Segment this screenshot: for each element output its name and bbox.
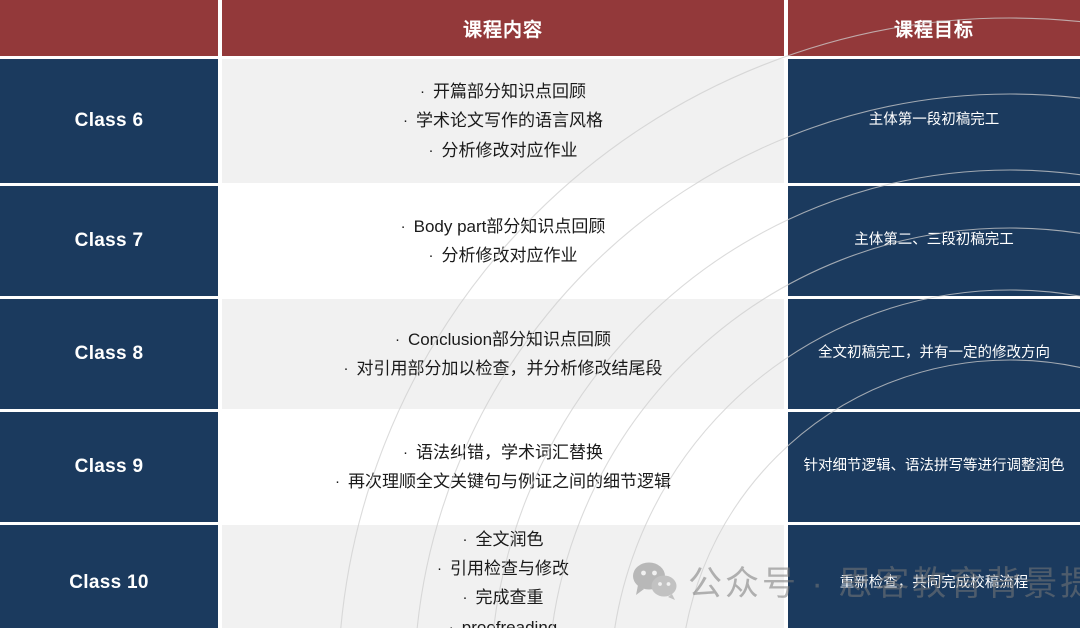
- content-cell: · Conclusion部分知识点回顾 · 对引用部分加以检查，并分析修改结尾段: [222, 299, 788, 412]
- table-row: Class 7 · Body part部分知识点回顾 · 分析修改对应作业 主体第二…: [0, 186, 1080, 299]
- list-item-label: Conclusion部分知识点回顾: [407, 329, 612, 349]
- class-label-cell: Class 8: [0, 299, 222, 412]
- list-item-label: 对引用部分加以检查，并分析修改结尾段: [356, 359, 663, 378]
- bullet-icon: ·: [462, 531, 468, 548]
- list-item: · 分析修改对应作业: [222, 136, 784, 165]
- content-bullet-list: · 全文润色 · 引用检查与修改 · 完成查重 · proofreading: [222, 525, 784, 628]
- content-cell: · 全文润色 · 引用检查与修改 · 完成查重 · proofreading: [222, 525, 788, 628]
- class-label-cell: Class 10: [0, 525, 222, 628]
- list-item: · 语法纠错，学术词汇替换: [222, 438, 784, 467]
- list-item-label: 语法纠错，学术词汇替换: [416, 442, 603, 462]
- bullet-icon: ·: [394, 330, 400, 348]
- bullet-icon: ·: [400, 217, 406, 235]
- content-bullet-list: · Conclusion部分知识点回顾 · 对引用部分加以检查，并分析修改结尾段: [222, 325, 784, 383]
- list-item-label: proofreading: [461, 617, 558, 628]
- list-item: · 引用检查与修改: [222, 554, 784, 583]
- list-item-label: 引用检查与修改: [450, 559, 569, 579]
- list-item-label: Body part部分知识点回顾: [413, 216, 606, 236]
- content-bullet-list: · Body part部分知识点回顾 · 分析修改对应作业: [222, 212, 784, 270]
- bullet-icon: ·: [343, 360, 349, 377]
- bullet-icon: ·: [403, 443, 408, 461]
- goal-cell: 主体第二、三段初稿完工: [788, 186, 1080, 299]
- slide-canvas: 课程内容 课程目标 Class 6 · 开篇部分知识点回顾 · 学术论文写作的语言风…: [0, 0, 1080, 628]
- list-item: · 全文润色: [222, 525, 784, 554]
- header-cell-goal: 课程目标: [788, 0, 1080, 59]
- class-label-cell: Class 6: [0, 59, 222, 186]
- table-header-row: 课程内容 课程目标: [0, 0, 1080, 59]
- class-label-cell: Class 7: [0, 186, 222, 299]
- list-item-label: 全文润色: [475, 530, 544, 549]
- table-row: Class 8 · Conclusion部分知识点回顾 · 对引用部分加以检查，并分…: [0, 299, 1080, 412]
- table-row: Class 10 · 全文润色 · 引用检查与修改 · 完成查重 · proofread…: [0, 525, 1080, 628]
- class-label-cell: Class 9: [0, 412, 222, 525]
- list-item: · 开篇部分知识点回顾: [222, 77, 784, 106]
- course-schedule-table: 课程内容 课程目标 Class 6 · 开篇部分知识点回顾 · 学术论文写作的语言风…: [0, 0, 1080, 628]
- list-item: · Body part部分知识点回顾: [222, 212, 784, 241]
- bullet-icon: ·: [462, 589, 468, 607]
- bullet-icon: ·: [335, 473, 340, 490]
- content-cell: · 语法纠错，学术词汇替换 · 再次理顺全文关键句与例证之间的细节逻辑: [222, 412, 788, 525]
- list-item: · 分析修改对应作业: [222, 241, 784, 270]
- table-row: Class 9 · 语法纠错，学术词汇替换 · 再次理顺全文关键句与例证之间的细节逻…: [0, 412, 1080, 525]
- bullet-icon: ·: [403, 112, 408, 130]
- content-cell: · Body part部分知识点回顾 · 分析修改对应作业: [222, 186, 788, 299]
- list-item: · 学术论文写作的语言风格: [222, 106, 784, 135]
- list-item: · Conclusion部分知识点回顾: [222, 325, 784, 354]
- table-row: Class 6 · 开篇部分知识点回顾 · 学术论文写作的语言风格 · 分析修改对应作…: [0, 59, 1080, 186]
- content-bullet-list: · 开篇部分知识点回顾 · 学术论文写作的语言风格 · 分析修改对应作业: [222, 77, 784, 165]
- list-item-label: 开篇部分知识点回顾: [433, 82, 586, 102]
- bullet-icon: ·: [428, 247, 434, 264]
- header-cell-content: 课程内容: [222, 0, 788, 59]
- bullet-icon: ·: [437, 560, 442, 578]
- list-item-label: 再次理顺全文关键句与例证之间的细节逻辑: [348, 472, 671, 491]
- list-item: · 对引用部分加以检查，并分析修改结尾段: [222, 354, 784, 383]
- goal-cell: 重新检查，共同完成校稿流程: [788, 525, 1080, 628]
- list-item: · proofreading: [222, 613, 784, 628]
- content-bullet-list: · 语法纠错，学术词汇替换 · 再次理顺全文关键句与例证之间的细节逻辑: [222, 438, 784, 496]
- content-cell: · 开篇部分知识点回顾 · 学术论文写作的语言风格 · 分析修改对应作业: [222, 59, 788, 186]
- list-item: · 再次理顺全文关键句与例证之间的细节逻辑: [222, 467, 784, 496]
- header-cell-class: [0, 0, 222, 59]
- bullet-icon: ·: [448, 618, 454, 628]
- bullet-icon: ·: [420, 83, 425, 101]
- goal-cell: 全文初稿完工，并有一定的修改方向: [788, 299, 1080, 412]
- list-item-label: 分析修改对应作业: [441, 246, 578, 265]
- list-item-label: 完成查重: [475, 588, 544, 608]
- bullet-icon: ·: [428, 141, 434, 159]
- goal-cell: 针对细节逻辑、语法拼写等进行调整润色: [788, 412, 1080, 525]
- list-item: · 完成查重: [222, 583, 784, 612]
- list-item-label: 分析修改对应作业: [441, 140, 578, 160]
- goal-cell: 主体第一段初稿完工: [788, 59, 1080, 186]
- list-item-label: 学术论文写作的语言风格: [416, 111, 603, 131]
